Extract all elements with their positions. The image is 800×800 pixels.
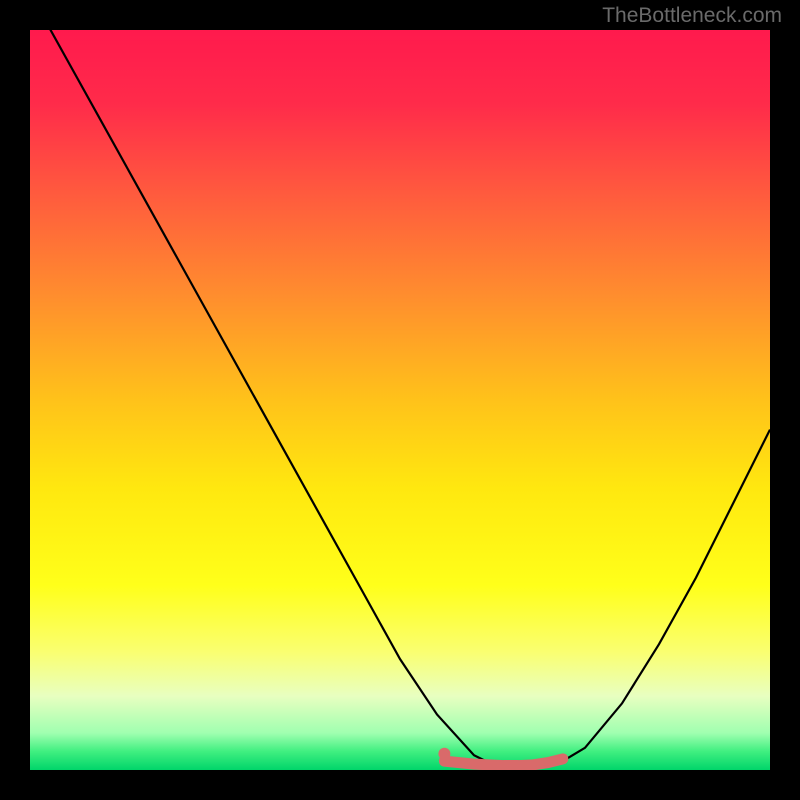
chart-curve-layer — [30, 30, 770, 770]
optimal-marker-dot — [438, 748, 450, 760]
bottleneck-curve — [30, 30, 770, 766]
optimal-range-band — [444, 759, 562, 766]
attribution-text: TheBottleneck.com — [602, 4, 782, 28]
chart-plot-area — [30, 30, 770, 770]
